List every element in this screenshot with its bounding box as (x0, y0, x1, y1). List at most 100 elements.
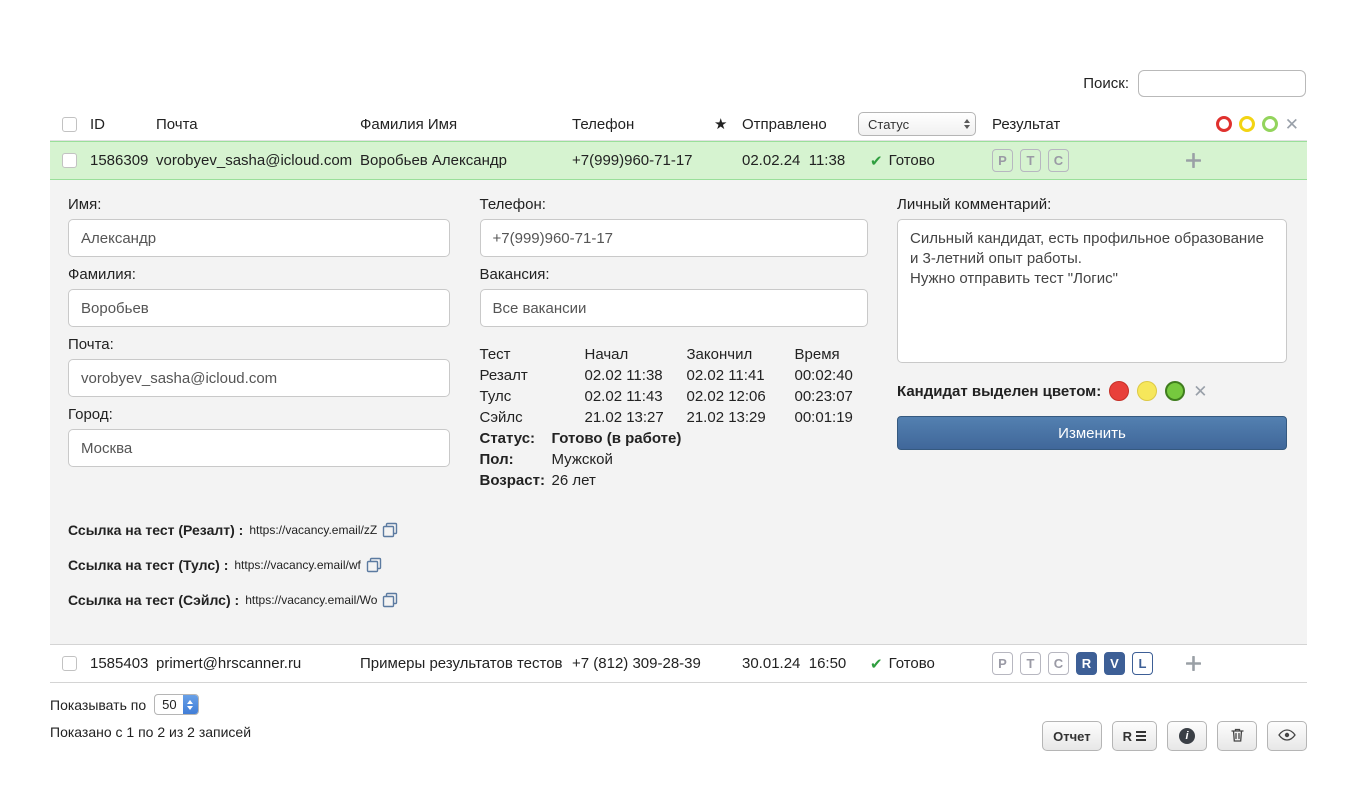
test-link-url[interactable]: https://vacancy.email/wf (234, 554, 361, 576)
test-link-label: Ссылка на тест (Тулс) : (68, 554, 228, 576)
test-name: Сэйлс (480, 408, 585, 428)
test-link-url[interactable]: https://vacancy.email/zZ (249, 519, 377, 541)
badge-p[interactable]: P (992, 149, 1013, 172)
test-time: 00:01:19 (795, 408, 878, 428)
search-label: Поиск: (1083, 75, 1129, 92)
delete-button[interactable] (1217, 721, 1257, 751)
copy-icon[interactable] (382, 522, 398, 538)
badge-v[interactable]: V (1104, 652, 1125, 675)
edit-button[interactable]: Изменить (897, 416, 1287, 450)
test-link-rezalt: Ссылка на тест (Резалт) : https://vacanc… (68, 519, 450, 541)
row-sent: 02.02.24 11:38 (742, 152, 858, 169)
test-links: Ссылка на тест (Резалт) : https://vacanc… (68, 519, 450, 611)
test-link-tuls: Ссылка на тест (Тулс) : https://vacancy.… (68, 554, 450, 576)
tests-header-time: Время (795, 345, 878, 365)
header-email[interactable]: Почта (156, 116, 360, 133)
vacancy-field[interactable] (480, 289, 868, 327)
r-list-button[interactable]: R (1112, 721, 1157, 751)
test-start: 21.02 13:27 (585, 408, 687, 428)
actions-toolbar: Отчет R i (1042, 721, 1307, 751)
star-icon[interactable]: ★ (714, 115, 742, 133)
records-info: Показано с 1 по 2 из 2 записей (50, 724, 251, 740)
comment-label: Личный комментарий: (897, 196, 1287, 213)
row-checkbox[interactable] (62, 153, 77, 168)
badge-p[interactable]: P (992, 652, 1013, 675)
red-color-icon[interactable] (1109, 381, 1129, 401)
green-filter-icon[interactable] (1262, 116, 1278, 132)
select-all-checkbox[interactable] (62, 117, 77, 132)
copy-icon[interactable] (382, 592, 398, 608)
table-row[interactable]: 1586309 vorobyev_sasha@icloud.com Воробь… (50, 141, 1307, 180)
page-size-value: 50 (162, 697, 176, 712)
row-status: Готово (889, 152, 935, 169)
row-email: vorobyev_sasha@icloud.com (156, 152, 360, 169)
age-line: Возраст: 26 лет (480, 471, 868, 491)
status-line: Статус: Готово (в работе) (480, 429, 868, 449)
badge-l[interactable]: L (1132, 652, 1153, 675)
report-button[interactable]: Отчет (1042, 721, 1101, 751)
email-field[interactable] (68, 359, 450, 397)
row-id: 1586309 (90, 152, 156, 169)
test-link-label: Ссылка на тест (Сэйлс) : (68, 589, 239, 611)
status-filter-select[interactable]: Статус (858, 112, 976, 136)
row-phone: +7(999)960-71-17 (572, 152, 714, 169)
phone-field[interactable] (480, 219, 868, 257)
row-status: Готово (889, 655, 935, 672)
test-link-url[interactable]: https://vacancy.email/Wo (245, 589, 377, 611)
header-id[interactable]: ID (90, 116, 156, 133)
test-time: 00:23:07 (795, 387, 878, 407)
test-link-sales: Ссылка на тест (Сэйлс) : https://vacancy… (68, 589, 450, 611)
city-field[interactable] (68, 429, 450, 467)
test-name: Тулс (480, 387, 585, 407)
row-email: primert@hrscanner.ru (156, 655, 360, 672)
last-name-field[interactable] (68, 289, 450, 327)
comment-field[interactable]: Сильный кандидат, есть профильное образо… (897, 219, 1287, 363)
page-size-select[interactable]: 50 (154, 694, 198, 715)
table-row[interactable]: 1585403 primert@hrscanner.ru Примеры рез… (50, 644, 1307, 683)
clear-filter-icon[interactable]: ✕ (1285, 116, 1299, 133)
detail-middle-column: Телефон: Вакансия: Тест Начал Закончил В… (480, 194, 868, 624)
eye-icon (1278, 729, 1296, 744)
row-sent: 30.01.24 16:50 (742, 655, 858, 672)
clear-color-icon[interactable]: ✕ (1193, 383, 1207, 400)
yellow-filter-icon[interactable] (1239, 116, 1255, 132)
header-phone[interactable]: Телефон (572, 116, 714, 133)
search-row: Поиск: (1083, 70, 1306, 97)
red-filter-icon[interactable] (1216, 116, 1232, 132)
chevron-updown-icon (183, 694, 198, 715)
add-icon[interactable] (1186, 656, 1201, 671)
check-icon: ✔ (870, 152, 883, 170)
test-time: 00:02:40 (795, 366, 878, 386)
gender-label: Пол: (480, 450, 552, 470)
row-checkbox[interactable] (62, 656, 77, 671)
badge-c[interactable]: C (1048, 652, 1069, 675)
color-filter-group: ✕ (1216, 116, 1307, 133)
info-button[interactable]: i (1167, 721, 1207, 751)
result-badges: P T C (992, 149, 1069, 172)
badge-c[interactable]: C (1048, 149, 1069, 172)
green-color-icon[interactable] (1165, 381, 1185, 401)
detail-right-column: Личный комментарий: Сильный кандидат, ес… (897, 194, 1287, 624)
r-label: R (1123, 729, 1132, 744)
header-sent[interactable]: Отправлено (742, 116, 858, 133)
view-button[interactable] (1267, 721, 1307, 751)
tests-table: Тест Начал Закончил Время Резалт 02.02 1… (480, 345, 868, 491)
row-phone: +7 (812) 309-28-39 (572, 655, 714, 672)
search-input[interactable] (1138, 70, 1306, 97)
header-result[interactable]: Результат (992, 116, 1164, 133)
badge-t[interactable]: T (1020, 652, 1041, 675)
report-button-label: Отчет (1053, 729, 1090, 744)
test-name: Резалт (480, 366, 585, 386)
copy-icon[interactable] (366, 557, 382, 573)
row-name: Примеры результатов тестов (360, 655, 572, 672)
add-icon[interactable] (1186, 153, 1201, 168)
badge-t[interactable]: T (1020, 149, 1041, 172)
first-name-field[interactable] (68, 219, 450, 257)
yellow-color-icon[interactable] (1137, 381, 1157, 401)
pagination: Показывать по 50 Показано с 1 по 2 из 2 … (50, 694, 251, 740)
tests-header-end: Закончил (687, 345, 795, 365)
city-label: Город: (68, 406, 450, 423)
table-footer: Показывать по 50 Показано с 1 по 2 из 2 … (50, 694, 1307, 751)
header-name[interactable]: Фамилия Имя (360, 116, 572, 133)
badge-r[interactable]: R (1076, 652, 1097, 675)
